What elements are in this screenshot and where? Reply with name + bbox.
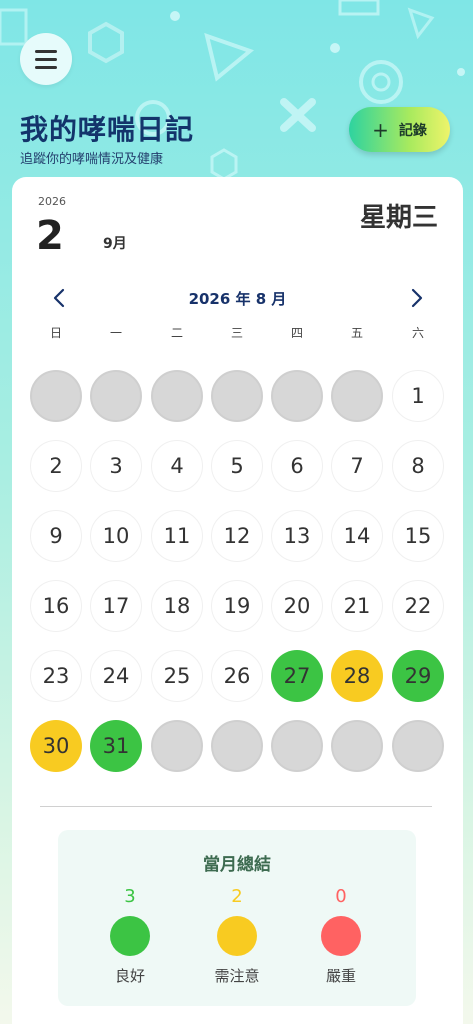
today-year: 2026: [38, 195, 66, 208]
calendar-empty-cell: [151, 720, 203, 772]
summary-label: 需注意: [214, 967, 260, 985]
calendar-day-21[interactable]: 21: [331, 580, 383, 632]
calendar-card: 2026 2 9月 星期三 2026 年 8 月 當月總結 3 良好 2 需注意 0 嚴重…: [12, 177, 463, 1024]
weekday-header: 三: [230, 326, 243, 340]
calendar-day-1[interactable]: 1: [392, 370, 444, 422]
weekday-header: 二: [170, 326, 183, 340]
summary-count: 2: [231, 886, 243, 907]
summary-count: 3: [124, 886, 136, 907]
add-record-button[interactable]: + 記錄: [349, 107, 450, 152]
summary-label: 良好: [114, 967, 145, 985]
calendar-empty-cell: [90, 370, 142, 422]
next-month-button[interactable]: [406, 287, 428, 309]
calendar-day-26[interactable]: 26: [211, 650, 263, 702]
calendar-empty-cell: [151, 370, 203, 422]
summary-item: 2 需注意: [197, 886, 277, 986]
today-month: 9月: [103, 236, 127, 252]
calendar-day-6[interactable]: 6: [271, 440, 323, 492]
calendar-day-9[interactable]: 9: [30, 510, 82, 562]
calendar-day-23[interactable]: 23: [30, 650, 82, 702]
calendar-empty-cell: [211, 720, 263, 772]
calendar-day-20[interactable]: 20: [271, 580, 323, 632]
divider: [40, 806, 432, 807]
calendar-empty-cell: [331, 720, 383, 772]
page-title: 我的哮喘日記: [20, 113, 195, 146]
calendar-day-28[interactable]: 28: [331, 650, 383, 702]
summary-count: 0: [335, 886, 347, 907]
menu-button[interactable]: [20, 33, 72, 85]
summary-status-dot: [321, 916, 361, 956]
weekday-header: 五: [350, 326, 363, 340]
summary-status-dot: [110, 916, 150, 956]
calendar-day-19[interactable]: 19: [211, 580, 263, 632]
calendar-day-18[interactable]: 18: [151, 580, 203, 632]
calendar-day-27[interactable]: 27: [271, 650, 323, 702]
calendar-empty-cell: [392, 720, 444, 772]
calendar-day-4[interactable]: 4: [151, 440, 203, 492]
monthly-summary: 當月總結 3 良好 2 需注意 0 嚴重: [58, 830, 416, 1006]
calendar-day-31[interactable]: 31: [90, 720, 142, 772]
calendar-month-label: 2026 年 8 月: [188, 290, 287, 308]
calendar-day-30[interactable]: 30: [30, 720, 82, 772]
calendar-empty-cell: [271, 370, 323, 422]
calendar-day-13[interactable]: 13: [271, 510, 323, 562]
summary-item: 0 嚴重: [301, 886, 381, 986]
page-subtitle: 追蹤你的哮喘情況及健康: [20, 152, 164, 167]
calendar-day-10[interactable]: 10: [90, 510, 142, 562]
calendar-empty-cell: [211, 370, 263, 422]
calendar-day-11[interactable]: 11: [151, 510, 203, 562]
weekday-header: 六: [411, 326, 424, 340]
calendar-day-15[interactable]: 15: [392, 510, 444, 562]
summary-item: 3 良好: [90, 886, 170, 986]
menu-icon: [35, 49, 57, 53]
today-weekday: 星期三: [359, 203, 438, 233]
summary-label: 嚴重: [325, 967, 356, 985]
calendar-day-8[interactable]: 8: [392, 440, 444, 492]
calendar-day-22[interactable]: 22: [392, 580, 444, 632]
calendar-day-5[interactable]: 5: [211, 440, 263, 492]
calendar-day-24[interactable]: 24: [90, 650, 142, 702]
weekday-header: 四: [290, 326, 303, 340]
calendar-day-3[interactable]: 3: [90, 440, 142, 492]
summary-status-dot: [217, 916, 257, 956]
summary-title: 當月總結: [203, 855, 271, 875]
calendar-day-25[interactable]: 25: [151, 650, 203, 702]
calendar-day-17[interactable]: 17: [90, 580, 142, 632]
today-day: 2: [36, 213, 64, 259]
calendar-day-2[interactable]: 2: [30, 440, 82, 492]
record-label: 記錄: [398, 122, 427, 139]
calendar-empty-cell: [30, 370, 82, 422]
calendar-day-12[interactable]: 12: [211, 510, 263, 562]
calendar-day-14[interactable]: 14: [331, 510, 383, 562]
calendar-day-7[interactable]: 7: [331, 440, 383, 492]
calendar-day-16[interactable]: 16: [30, 580, 82, 632]
calendar-empty-cell: [331, 370, 383, 422]
plus-icon: +: [372, 117, 389, 142]
weekday-header: 日: [49, 326, 62, 340]
calendar-empty-cell: [271, 720, 323, 772]
calendar-day-29[interactable]: 29: [392, 650, 444, 702]
weekday-header: 一: [109, 326, 122, 340]
